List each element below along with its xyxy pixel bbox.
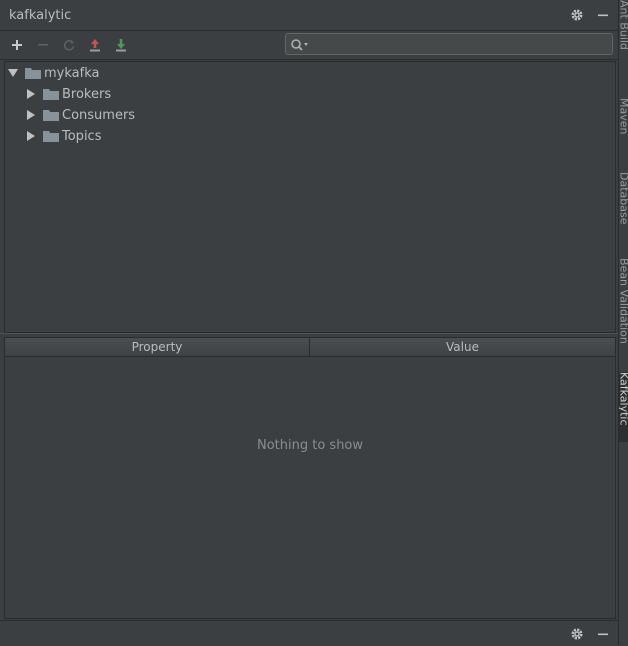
download-button[interactable] [112,36,130,54]
minimize-icon[interactable] [596,627,610,641]
search-input[interactable] [312,35,611,55]
expanded-arrow-icon[interactable] [7,67,19,79]
bottom-tool-bar [0,620,618,646]
tree-node-mykafka[interactable]: mykafka [7,63,99,83]
add-button[interactable] [8,36,26,54]
tree-node-label: Consumers [62,107,136,123]
collapsed-arrow-icon[interactable] [25,88,37,100]
tree-node-brokers[interactable]: Brokers [25,84,111,104]
folder-icon [25,67,41,79]
minimize-icon[interactable] [596,8,610,22]
tool-tab-ant-build[interactable]: Ant Build [619,0,628,80]
right-tool-strip: Ant Build Maven Database Bean Validation… [618,0,628,645]
tool-tab-maven[interactable]: Maven [619,98,628,158]
minus-icon [38,44,48,46]
tool-window-header: kafkalytic [0,0,618,31]
tool-tab-label: Bean Validation [618,258,628,344]
tool-tab-label: Database [618,172,628,225]
tree-node-consumers[interactable]: Consumers [25,105,135,125]
search-field[interactable] [285,33,613,55]
table-header: Property Value [5,338,615,357]
upload-button[interactable] [86,36,104,54]
tree-node-label: Brokers [62,86,112,102]
refresh-button[interactable] [60,36,78,54]
column-header-property[interactable]: Property [5,338,310,356]
properties-table: Property Value Nothing to show [4,337,616,619]
tool-tab-kafkalytic[interactable]: Kafkalytic [619,372,628,442]
remove-button[interactable] [34,36,52,54]
gear-icon[interactable] [570,8,584,22]
upload-icon [90,39,100,52]
tree-node-topics[interactable]: Topics [25,126,101,146]
tool-tab-label: Ant Build [618,0,628,50]
search-icon[interactable] [290,37,310,51]
tool-window-title: kafkalytic [9,8,72,23]
folder-icon [43,88,59,100]
collapsed-arrow-icon[interactable] [25,130,37,142]
collapsed-arrow-icon[interactable] [25,109,37,121]
tool-tab-label: Kafkalytic [618,372,628,426]
plus-icon [12,40,22,50]
gear-icon[interactable] [570,627,584,641]
column-header-value[interactable]: Value [310,338,615,356]
refresh-icon [63,40,75,51]
tool-tab-bean-validation[interactable]: Bean Validation [619,258,628,363]
download-icon [116,39,126,52]
toolbar [0,31,618,60]
tool-tab-label: Maven [618,98,628,135]
tool-tab-database[interactable]: Database [619,172,628,242]
tree-node-label: mykafka [44,65,100,81]
empty-state-text: Nothing to show [256,438,364,453]
folder-icon [43,109,59,121]
cluster-tree: mykafka Brokers Consumers Topics [4,61,616,333]
tree-node-label: Topics [62,128,102,144]
folder-icon [43,130,59,142]
